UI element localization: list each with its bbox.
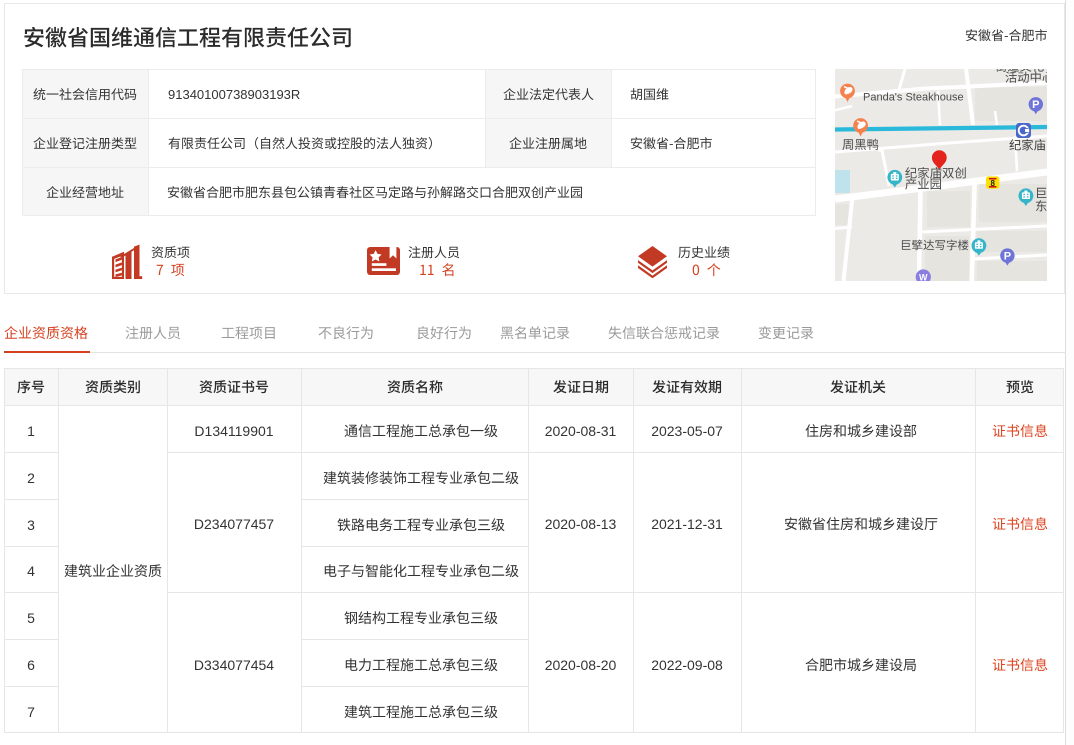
svg-text:W: W <box>919 273 928 282</box>
svg-text:P: P <box>1032 99 1039 111</box>
svg-text:P: P <box>1004 251 1011 263</box>
svg-text:Panda's Steakhouse: Panda's Steakhouse <box>863 92 964 104</box>
